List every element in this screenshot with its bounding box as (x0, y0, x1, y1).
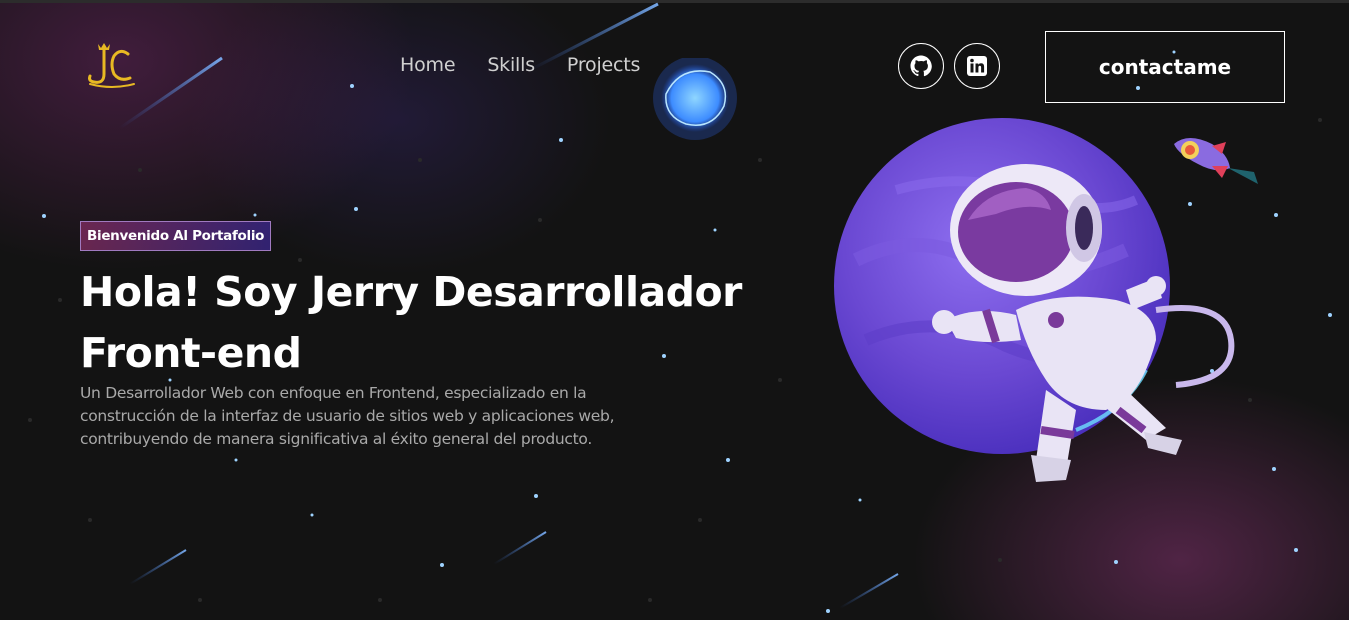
astronaut-planet-illustration (834, 118, 1235, 482)
headline-line-1: Hola! Soy Jerry Desarrollador (80, 268, 742, 316)
description-line-2: construcción de la interfaz de usuario d… (80, 407, 615, 425)
shooting-star (839, 573, 899, 609)
contact-button[interactable]: contactame (1045, 31, 1285, 103)
nav-link-skills[interactable]: Skills (487, 54, 535, 76)
github-icon (910, 55, 932, 77)
logo-icon[interactable] (84, 40, 140, 90)
linkedin-icon (967, 56, 987, 76)
welcome-badge: Bienvenido Al Portafolio (80, 221, 272, 251)
hero-description: Un Desarrollador Web con enfoque en Fron… (80, 382, 700, 451)
moon-illustration (653, 58, 737, 140)
shooting-star (129, 549, 187, 585)
page: Home Skills Projects contactame Bienveni… (0, 0, 1349, 620)
nav-link-home[interactable]: Home (400, 54, 456, 76)
description-line-3: contribuyendo de manera significativa al… (80, 430, 592, 448)
github-link[interactable] (898, 43, 944, 89)
hero-headline: Hola! Soy Jerry Desarrollador Front-end (80, 262, 800, 384)
nav-link-projects[interactable]: Projects (567, 54, 641, 76)
shooting-star (493, 531, 547, 565)
description-line-1: Un Desarrollador Web con enfoque en Fron… (80, 384, 587, 402)
linkedin-link[interactable] (954, 43, 1000, 89)
main-nav: Home Skills Projects (400, 54, 672, 76)
headline-line-2: Front-end (80, 329, 302, 377)
